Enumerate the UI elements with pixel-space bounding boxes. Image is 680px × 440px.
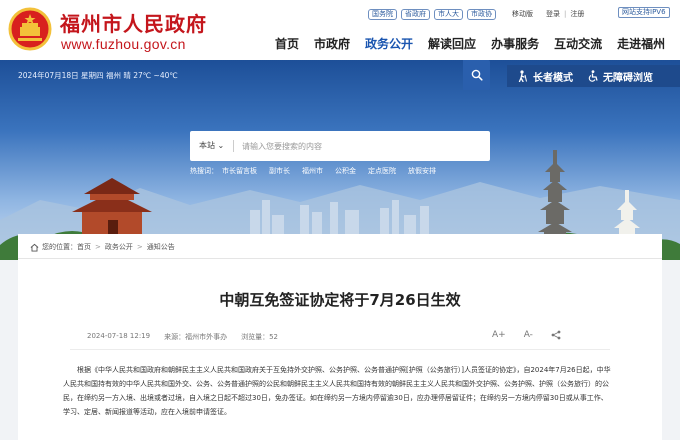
hero-banner: 2024年07月18日 星期四 福州 晴 27℃ ~40℃ 长者模式 无障碍浏览…: [0, 60, 680, 260]
nav-interaction[interactable]: 互动交流: [554, 35, 602, 52]
hot-word[interactable]: 定点医院: [368, 166, 396, 176]
article-source: 来源：福州市外事办: [164, 333, 228, 341]
site-name[interactable]: 福州市人民政府: [60, 8, 207, 37]
accessible-browse-label: 无障碍浏览: [603, 72, 653, 84]
link-city-congress[interactable]: 市人大: [434, 8, 463, 20]
link-city-cppcc[interactable]: 市政协: [467, 8, 496, 20]
ipv6-badge: 网站支持IPV6: [618, 7, 670, 18]
search-box: 本站 ⌄: [190, 131, 490, 161]
hot-words-label: 热搜词：: [190, 167, 218, 175]
accessibility-bar: 长者模式 无障碍浏览: [507, 65, 680, 87]
nav-interpretation[interactable]: 解读回应: [428, 35, 476, 52]
font-increase-button[interactable]: A+: [492, 330, 506, 340]
article-card: 您的位置： 首页 > 政务公开 > 通知公告 中朝互免签证协定将于7月26日生效…: [18, 234, 662, 440]
share-icon[interactable]: [551, 330, 561, 340]
hot-word[interactable]: 副市长: [269, 166, 290, 176]
nav-services[interactable]: 办事服务: [491, 35, 539, 52]
wheelchair-icon: [588, 70, 598, 82]
site-header: 福州市人民政府 www.fuzhou.gov.cn 国务院 省政府 市人大 市政…: [0, 0, 680, 60]
view-count: 浏览量：52: [241, 333, 279, 341]
breadcrumb-separator: >: [136, 243, 143, 251]
article-body: 根据《中华人民共和国政府和朝鲜民主主义人民共和国政府关于互免持外交护照、公务护照…: [63, 366, 611, 416]
national-emblem-icon: [8, 7, 52, 51]
register-link[interactable]: 注册: [570, 9, 584, 19]
mobile-version-link[interactable]: 移动版: [512, 9, 533, 19]
login-link[interactable]: 登录: [546, 9, 560, 19]
site-url: www.fuzhou.gov.cn: [61, 36, 186, 52]
search-divider: [233, 140, 234, 152]
main-nav: 首页 市政府 政务公开 解读回应 办事服务 互动交流 走进福州: [275, 35, 680, 52]
search-scope-select[interactable]: 本站 ⌄: [199, 131, 224, 161]
top-links: 国务院 省政府 市人大 市政协 移动版 登录 | 注册 网站支持IPV6: [368, 7, 670, 21]
article-tools: A+ A-: [492, 330, 579, 340]
elder-mode-label: 长者模式: [533, 72, 573, 84]
breadcrumb-home[interactable]: 首页: [77, 242, 91, 252]
link-state-council[interactable]: 国务院: [368, 8, 397, 20]
article-title: 中朝互免签证协定将于7月26日生效: [219, 291, 461, 309]
date-weather: 2024年07月18日 星期四 福州 晴 27℃ ~40℃: [18, 71, 178, 80]
search-icon: [471, 69, 483, 81]
link-provincial-gov[interactable]: 省政府: [401, 8, 430, 20]
breadcrumb-divider: [18, 258, 662, 259]
breadcrumb-separator: >: [95, 243, 101, 251]
hot-word[interactable]: 福州市: [302, 166, 323, 176]
breadcrumb: 您的位置： 首页 > 政务公开 > 通知公告: [30, 242, 175, 252]
search-input[interactable]: [242, 138, 442, 154]
accessible-browse-button[interactable]: 无障碍浏览: [587, 69, 653, 84]
hot-words: 热搜词： 市长留言板 副市长 福州市 公积金 定点医院 放假安排: [190, 166, 448, 176]
hot-word[interactable]: 市长留言板: [222, 166, 257, 176]
hot-word[interactable]: 放假安排: [408, 166, 436, 176]
nav-about-fuzhou[interactable]: 走进福州: [617, 35, 665, 52]
location-icon: [30, 243, 39, 252]
elder-mode-button[interactable]: 长者模式: [517, 69, 573, 84]
publish-date: 2024-07-18 12:19: [87, 332, 151, 340]
link-separator: |: [564, 10, 567, 18]
meta-divider: [70, 349, 610, 350]
article-meta: 2024-07-18 12:19 来源：福州市外事办 浏览量：52: [87, 332, 292, 342]
nav-city-gov[interactable]: 市政府: [314, 35, 350, 52]
elder-icon: [518, 70, 527, 82]
hot-word[interactable]: 公积金: [335, 166, 356, 176]
breadcrumb-prefix: 您的位置：: [42, 243, 77, 251]
search-button[interactable]: [463, 60, 490, 90]
search-scope-label: 本站: [199, 141, 215, 150]
breadcrumb-notices[interactable]: 通知公告: [147, 242, 175, 252]
nav-home[interactable]: 首页: [275, 35, 299, 52]
breadcrumb-gov-affairs[interactable]: 政务公开: [105, 242, 133, 252]
font-decrease-button[interactable]: A-: [524, 330, 533, 340]
nav-gov-affairs[interactable]: 政务公开: [365, 35, 413, 52]
